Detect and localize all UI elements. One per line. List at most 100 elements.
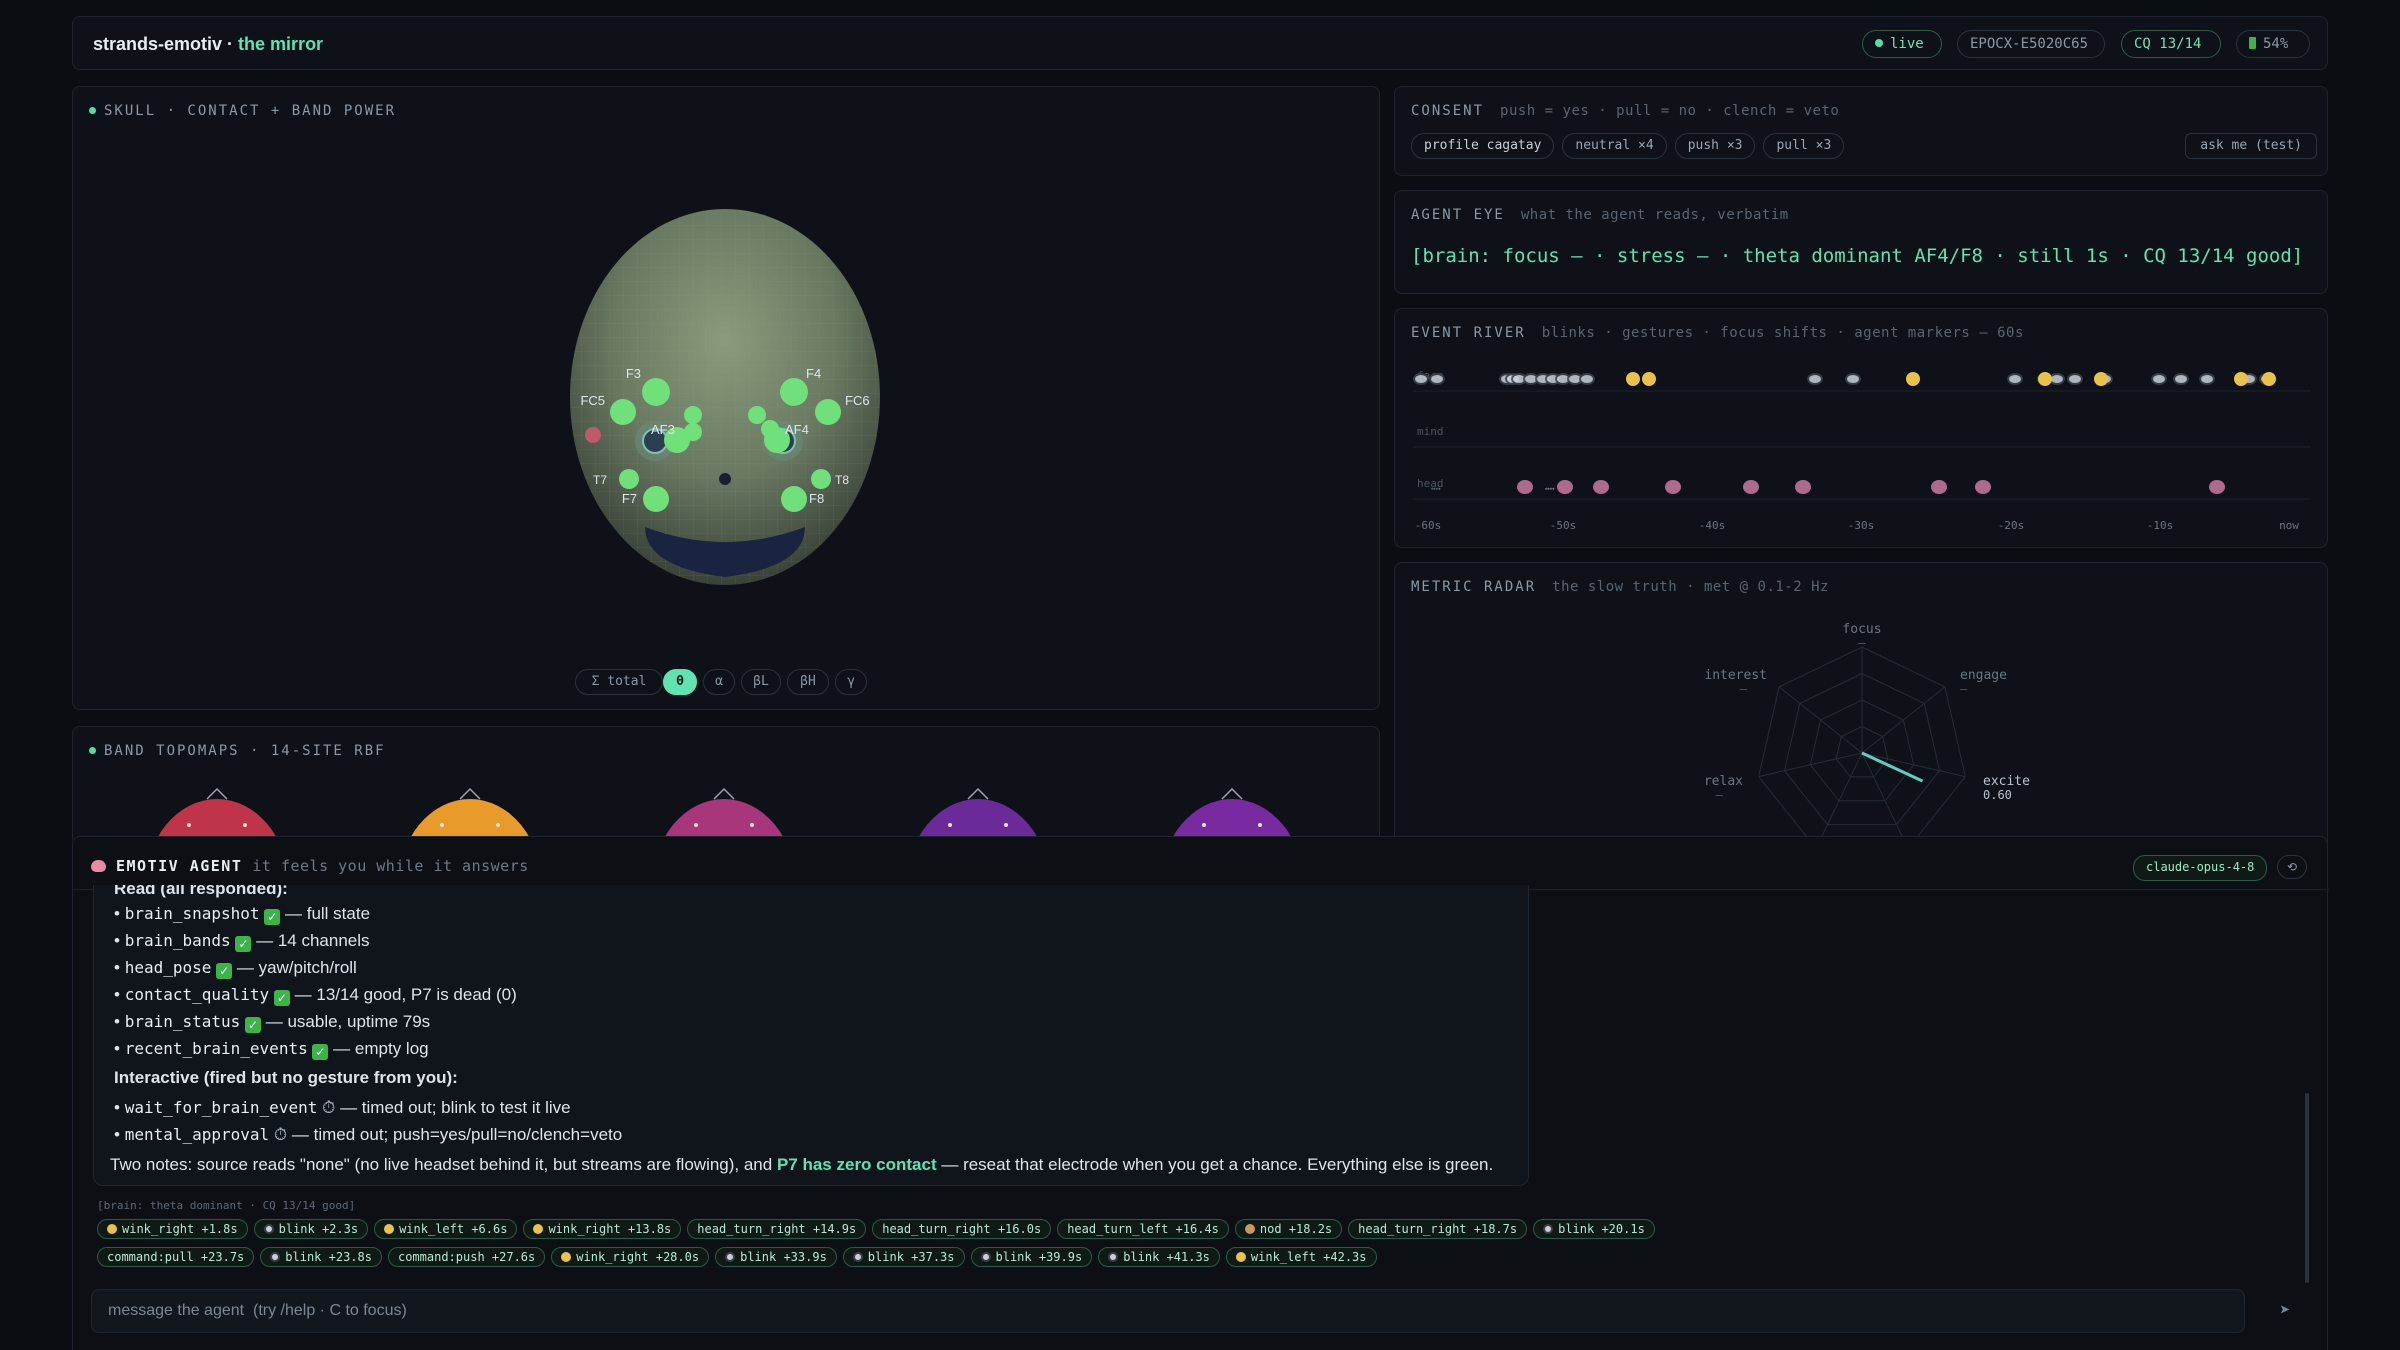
river-tick-label: -10s	[2147, 519, 2174, 532]
topomap-site	[750, 823, 754, 827]
radar-spoke	[1758, 752, 1863, 778]
eye-icon	[270, 1252, 281, 1262]
blink-mark-icon	[2007, 373, 2023, 385]
event-tag[interactable]: nod +18.2s	[1234, 1219, 1343, 1239]
check-icon: ✓	[216, 963, 233, 979]
band-button-beta-high[interactable]: βH	[787, 669, 829, 695]
band-button-gamma[interactable]: γ	[835, 669, 867, 695]
electrode-fc5[interactable]	[610, 399, 636, 425]
head-grid	[570, 209, 880, 585]
electrode-label-f8: F8	[809, 491, 824, 506]
check-icon: ✓	[245, 1017, 262, 1033]
event-tag-label: wink_right +28.0s	[576, 1250, 700, 1264]
tool-list-item: • brain_status ✓ — usable, uptime 79s	[114, 1012, 431, 1033]
wink-icon	[1235, 1252, 1246, 1262]
event-tag[interactable]: command:pull +23.7s	[97, 1247, 255, 1267]
interactive-header: Interactive (fired but no gesture from y…	[114, 1068, 458, 1087]
event-tag[interactable]: wink_right +1.8s	[97, 1219, 248, 1239]
river-tick-label: -20s	[1998, 519, 2025, 532]
consent-title: CONSENT push = yes · pull = no · clench =…	[1411, 103, 1840, 119]
radar-axis-label: focus	[1842, 622, 1881, 637]
chip-push[interactable]: push ×3	[1674, 133, 1756, 159]
chip-profile[interactable]: profile cagatay	[1411, 133, 1555, 159]
radar-axis-label: excite	[1983, 774, 2030, 789]
event-tag[interactable]: head_turn_left +16.4s	[1057, 1219, 1229, 1239]
event-tag[interactable]: head_turn_right +14.9s	[687, 1219, 867, 1239]
ask-me-test-button[interactable]: ask me (test)	[2185, 133, 2317, 159]
event-tag[interactable]: blink +39.9s	[970, 1247, 1093, 1267]
message-input-box[interactable]	[91, 1289, 2245, 1333]
electrode-f4[interactable]	[780, 378, 808, 406]
band-button-alpha[interactable]: α	[703, 669, 735, 695]
electrode-label-af3: AF3	[651, 422, 675, 437]
event-tag-label: blink +33.9s	[740, 1250, 827, 1264]
electrode-t7[interactable]	[619, 469, 639, 489]
tool-list-item: • brain_snapshot ✓ — full state	[114, 904, 371, 925]
blink-mark-icon	[1413, 373, 1429, 385]
event-tag[interactable]: wink_left +6.6s	[374, 1219, 518, 1239]
event-tag[interactable]: blink +2.3s	[253, 1219, 369, 1239]
event-tag[interactable]: blink +23.8s	[260, 1247, 382, 1267]
electrode-marker	[748, 406, 766, 424]
check-icon: ✓	[264, 909, 281, 925]
band-button-beta-low[interactable]: βL	[741, 669, 781, 695]
topomap-site	[1202, 823, 1206, 827]
band-button-total[interactable]: Σ total	[575, 669, 663, 695]
event-tag[interactable]: blink +20.1s	[1533, 1219, 1655, 1239]
event-tag[interactable]: wink_right +28.0s	[551, 1247, 710, 1267]
electrode-f8[interactable]	[781, 486, 807, 512]
event-tag[interactable]: blink +33.9s	[715, 1247, 837, 1267]
event-river-chart: facemindhead-60s -50s -40s -30s -20s -10s now↔…	[1413, 369, 2311, 532]
chip-pull[interactable]: pull ×3	[1763, 133, 1845, 159]
head-cluster-mark: ↔↔	[1545, 484, 1555, 493]
topomap-nose	[206, 787, 228, 800]
blink-mark-icon	[2067, 373, 2083, 385]
chip-neutral[interactable]: neutral ×4	[1562, 133, 1667, 159]
head-event-mark-icon	[1557, 480, 1573, 494]
model-badge[interactable]: claude-opus-4-8	[2133, 855, 2268, 881]
head-cluster-mark: ↔↔	[1431, 484, 1441, 493]
topomap-site	[187, 823, 191, 827]
event-tag[interactable]: wink_right +13.8s	[523, 1219, 682, 1239]
electrode-f3[interactable]	[642, 378, 670, 406]
head-model[interactable]: F3 F4 FC5 FC6 AF3 AF4 T7 T8 F7 F8	[525, 197, 925, 617]
wink-icon	[533, 1224, 544, 1234]
wink-mark-icon	[2094, 372, 2108, 386]
event-tag[interactable]: wink_left +42.3s	[1225, 1247, 1377, 1267]
electrode-fc6[interactable]	[815, 399, 841, 425]
electrode-f7[interactable]	[643, 486, 669, 512]
event-tag-label: head_turn_right +16.0s	[882, 1222, 1042, 1236]
river-tick-label: -40s	[1699, 519, 1726, 532]
blink-mark-icon	[1579, 373, 1595, 385]
topomap-site	[1258, 823, 1262, 827]
topomap-site	[948, 823, 952, 827]
message-input[interactable]	[92, 1290, 2244, 1332]
electrode-t8[interactable]	[811, 469, 831, 489]
radar-axis-value: 0.60	[1983, 788, 2012, 802]
event-tag-label: wink_right +13.8s	[548, 1222, 672, 1236]
brain-context-line: [brain: theta dominant · CQ 13/14 good]	[97, 1199, 356, 1212]
topomap-nose	[967, 787, 989, 800]
topomap-site	[1004, 823, 1008, 827]
blink-mark-icon	[1429, 373, 1445, 385]
reset-icon[interactable]: ⟲	[2277, 855, 2307, 879]
electrode-label-t7: T7	[593, 473, 607, 487]
topomap-nose	[713, 787, 735, 800]
battery-pill: 54%	[2236, 30, 2310, 58]
event-tag[interactable]: blink +37.3s	[842, 1247, 965, 1267]
send-icon[interactable]: ➤	[2263, 1289, 2307, 1333]
event-tag[interactable]: blink +41.3s	[1098, 1247, 1220, 1267]
timer-icon: ⏱	[322, 1098, 336, 1117]
device-id-pill: EPOCX-E5020C65	[1957, 30, 2105, 58]
wink-mark-icon	[1626, 372, 1640, 386]
event-tag[interactable]: head_turn_right +18.7s	[1348, 1219, 1528, 1239]
wink-mark-icon	[2234, 372, 2248, 386]
event-tag[interactable]: command:push +27.6s	[387, 1247, 546, 1267]
chat-title: EMOTIV AGENT it feels you while it answer…	[91, 857, 529, 875]
tool-list-item: • brain_bands ✓ — 14 channels	[114, 931, 370, 952]
band-button-theta[interactable]: θ	[663, 669, 697, 695]
chat-scrollbar[interactable]	[2305, 1093, 2309, 1283]
dead-electrode-p7	[585, 427, 601, 443]
river-tick-label: now	[2279, 519, 2299, 532]
event-tag[interactable]: head_turn_right +16.0s	[872, 1219, 1052, 1239]
